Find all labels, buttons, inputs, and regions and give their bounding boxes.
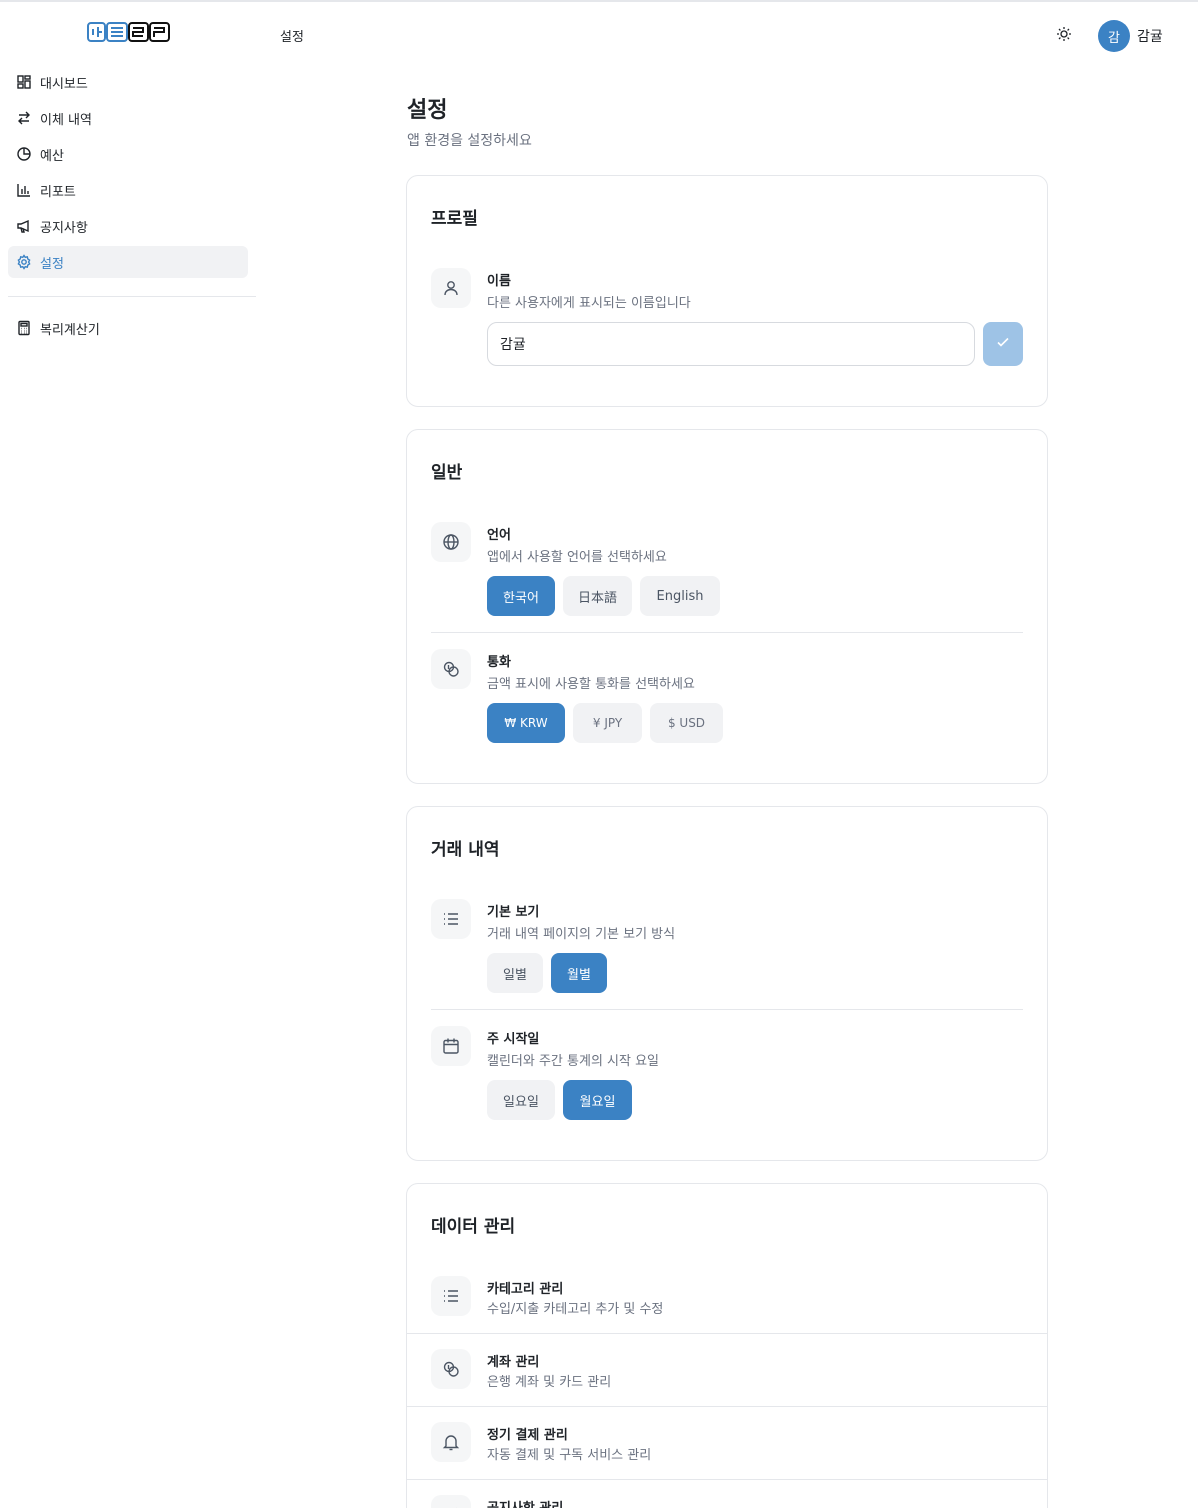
currency-label: 통화 [487,655,511,670]
default-view-label: 기본 보기 [487,905,540,920]
app-logo[interactable] [86,20,170,44]
currency-symbol: ₩ [504,716,517,730]
view-option-monthly[interactable]: 월별 [551,953,607,993]
check-icon [995,334,1011,354]
sidebar-item-label: 리포트 [40,184,76,200]
calculator-icon [16,320,32,336]
account-management-row[interactable]: 계좌 관리 은행 계좌 및 카드 관리 [407,1333,1047,1406]
coins-icon [431,1349,471,1389]
currency-option-usd[interactable]: $ USD [650,703,723,743]
language-option-japanese[interactable]: 日本語 [563,576,632,616]
gear-icon [16,254,32,270]
sidebar-item-label: 설정 [40,256,64,272]
sidebar-divider [8,296,256,297]
megaphone-icon [431,1495,471,1508]
dashboard-icon [16,74,32,90]
transactions-card: 거래 내역 기본 보기 거래 내역 페이지의 기본 보기 방식 일별 월별 주 … [406,806,1048,1161]
bar-chart-icon [16,182,32,198]
breadcrumb: 설정 [280,30,304,45]
category-management-row[interactable]: 카테고리 관리 수입/지출 카테고리 추가 및 수정 [407,1260,1047,1333]
calendar-icon [431,1026,471,1066]
currency-symbol: $ [667,716,676,730]
recurring-payment-management-row[interactable]: 정기 결제 관리 자동 결제 및 구독 서비스 관리 [407,1406,1047,1479]
default-view-description: 거래 내역 페이지의 기본 보기 방식 [487,927,676,942]
page-title: 설정 [407,98,448,123]
card-title: 프로필 [431,209,478,229]
language-option-english[interactable]: English [640,576,720,616]
language-label: 언어 [487,528,511,543]
theme-toggle-button[interactable] [1052,24,1076,48]
list-icon [431,899,471,939]
sidebar-item-label: 복리계산기 [40,322,100,338]
sidebar-item-report[interactable]: 리포트 [8,174,248,206]
currency-code: JPY [604,716,623,730]
divider [431,632,1023,633]
pie-chart-icon [16,146,32,162]
row-label: 공지사항 관리 [487,1497,563,1508]
language-description: 앱에서 사용할 언어를 선택하세요 [487,550,667,565]
week-option-monday[interactable]: 월요일 [563,1080,632,1120]
bell-icon [431,1422,471,1462]
user-name[interactable]: 감귤 [1137,26,1163,46]
language-option-korean[interactable]: 한국어 [487,576,555,616]
row-label: 정기 결제 관리 [487,1428,568,1443]
row-description: 수입/지출 카테고리 추가 및 수정 [487,1302,664,1317]
user-icon [431,268,471,308]
avatar[interactable]: 감 [1098,20,1130,52]
globe-icon [431,522,471,562]
data-management-card: 데이터 관리 카테고리 관리 수입/지출 카테고리 추가 및 수정 계좌 관리 … [406,1183,1048,1508]
sidebar-item-label: 예산 [40,148,64,164]
row-label: 카테고리 관리 [487,1282,564,1297]
card-title: 일반 [431,463,463,483]
row-description: 자동 결제 및 구독 서비스 관리 [487,1448,652,1463]
sidebar-item-dashboard[interactable]: 대시보드 [8,66,248,98]
week-start-label: 주 시작일 [487,1032,540,1047]
list-icon [431,1276,471,1316]
name-description: 다른 사용자에게 표시되는 이름입니다 [487,296,691,311]
currency-option-krw[interactable]: ₩ KRW [487,703,565,743]
profile-card: 프로필 이름 다른 사용자에게 표시되는 이름입니다 [406,175,1048,407]
view-option-daily[interactable]: 일별 [487,953,543,993]
sidebar-nav: 대시보드 이체 내역 예산 리포트 공지사항 설정 [8,66,248,282]
row-label: 계좌 관리 [487,1355,540,1370]
sidebar-item-transfers[interactable]: 이체 내역 [8,102,248,134]
name-input[interactable] [487,322,975,366]
currency-option-jpy[interactable]: ¥ JPY [573,703,642,743]
currency-code: USD [679,716,706,730]
sidebar-item-notices[interactable]: 공지사항 [8,210,248,242]
coins-icon [431,649,471,689]
sidebar-item-budget[interactable]: 예산 [8,138,248,170]
week-start-description: 캘린더와 주간 통계의 시작 요일 [487,1054,660,1069]
currency-symbol: ¥ [592,716,601,730]
sidebar-item-label: 이체 내역 [40,112,92,128]
transfer-icon [16,110,32,126]
currency-description: 금액 표시에 사용할 통화를 선택하세요 [487,677,695,692]
sidebar-item-label: 공지사항 [40,220,88,236]
divider [431,1009,1023,1010]
name-label: 이름 [487,274,511,289]
sidebar-tools: 복리계산기 [8,312,248,348]
general-card: 일반 언어 앱에서 사용할 언어를 선택하세요 한국어 日本語 English … [406,429,1048,784]
row-description: 은행 계좌 및 카드 관리 [487,1375,612,1390]
sidebar-item-compound-calculator[interactable]: 복리계산기 [8,312,248,344]
sun-icon [1056,26,1072,46]
save-name-button[interactable] [983,322,1023,366]
sidebar-item-settings[interactable]: 설정 [8,246,248,278]
card-title: 거래 내역 [431,840,500,860]
megaphone-icon [16,218,32,234]
sidebar: 대시보드 이체 내역 예산 리포트 공지사항 설정 복리계산기 [0,2,257,1508]
notice-management-row[interactable]: 공지사항 관리 [407,1479,1047,1508]
week-option-sunday[interactable]: 일요일 [487,1080,555,1120]
sidebar-item-label: 대시보드 [40,76,88,92]
page-subtitle: 앱 환경을 설정하세요 [407,133,532,149]
currency-code: KRW [520,716,548,730]
card-title: 데이터 관리 [431,1217,516,1237]
